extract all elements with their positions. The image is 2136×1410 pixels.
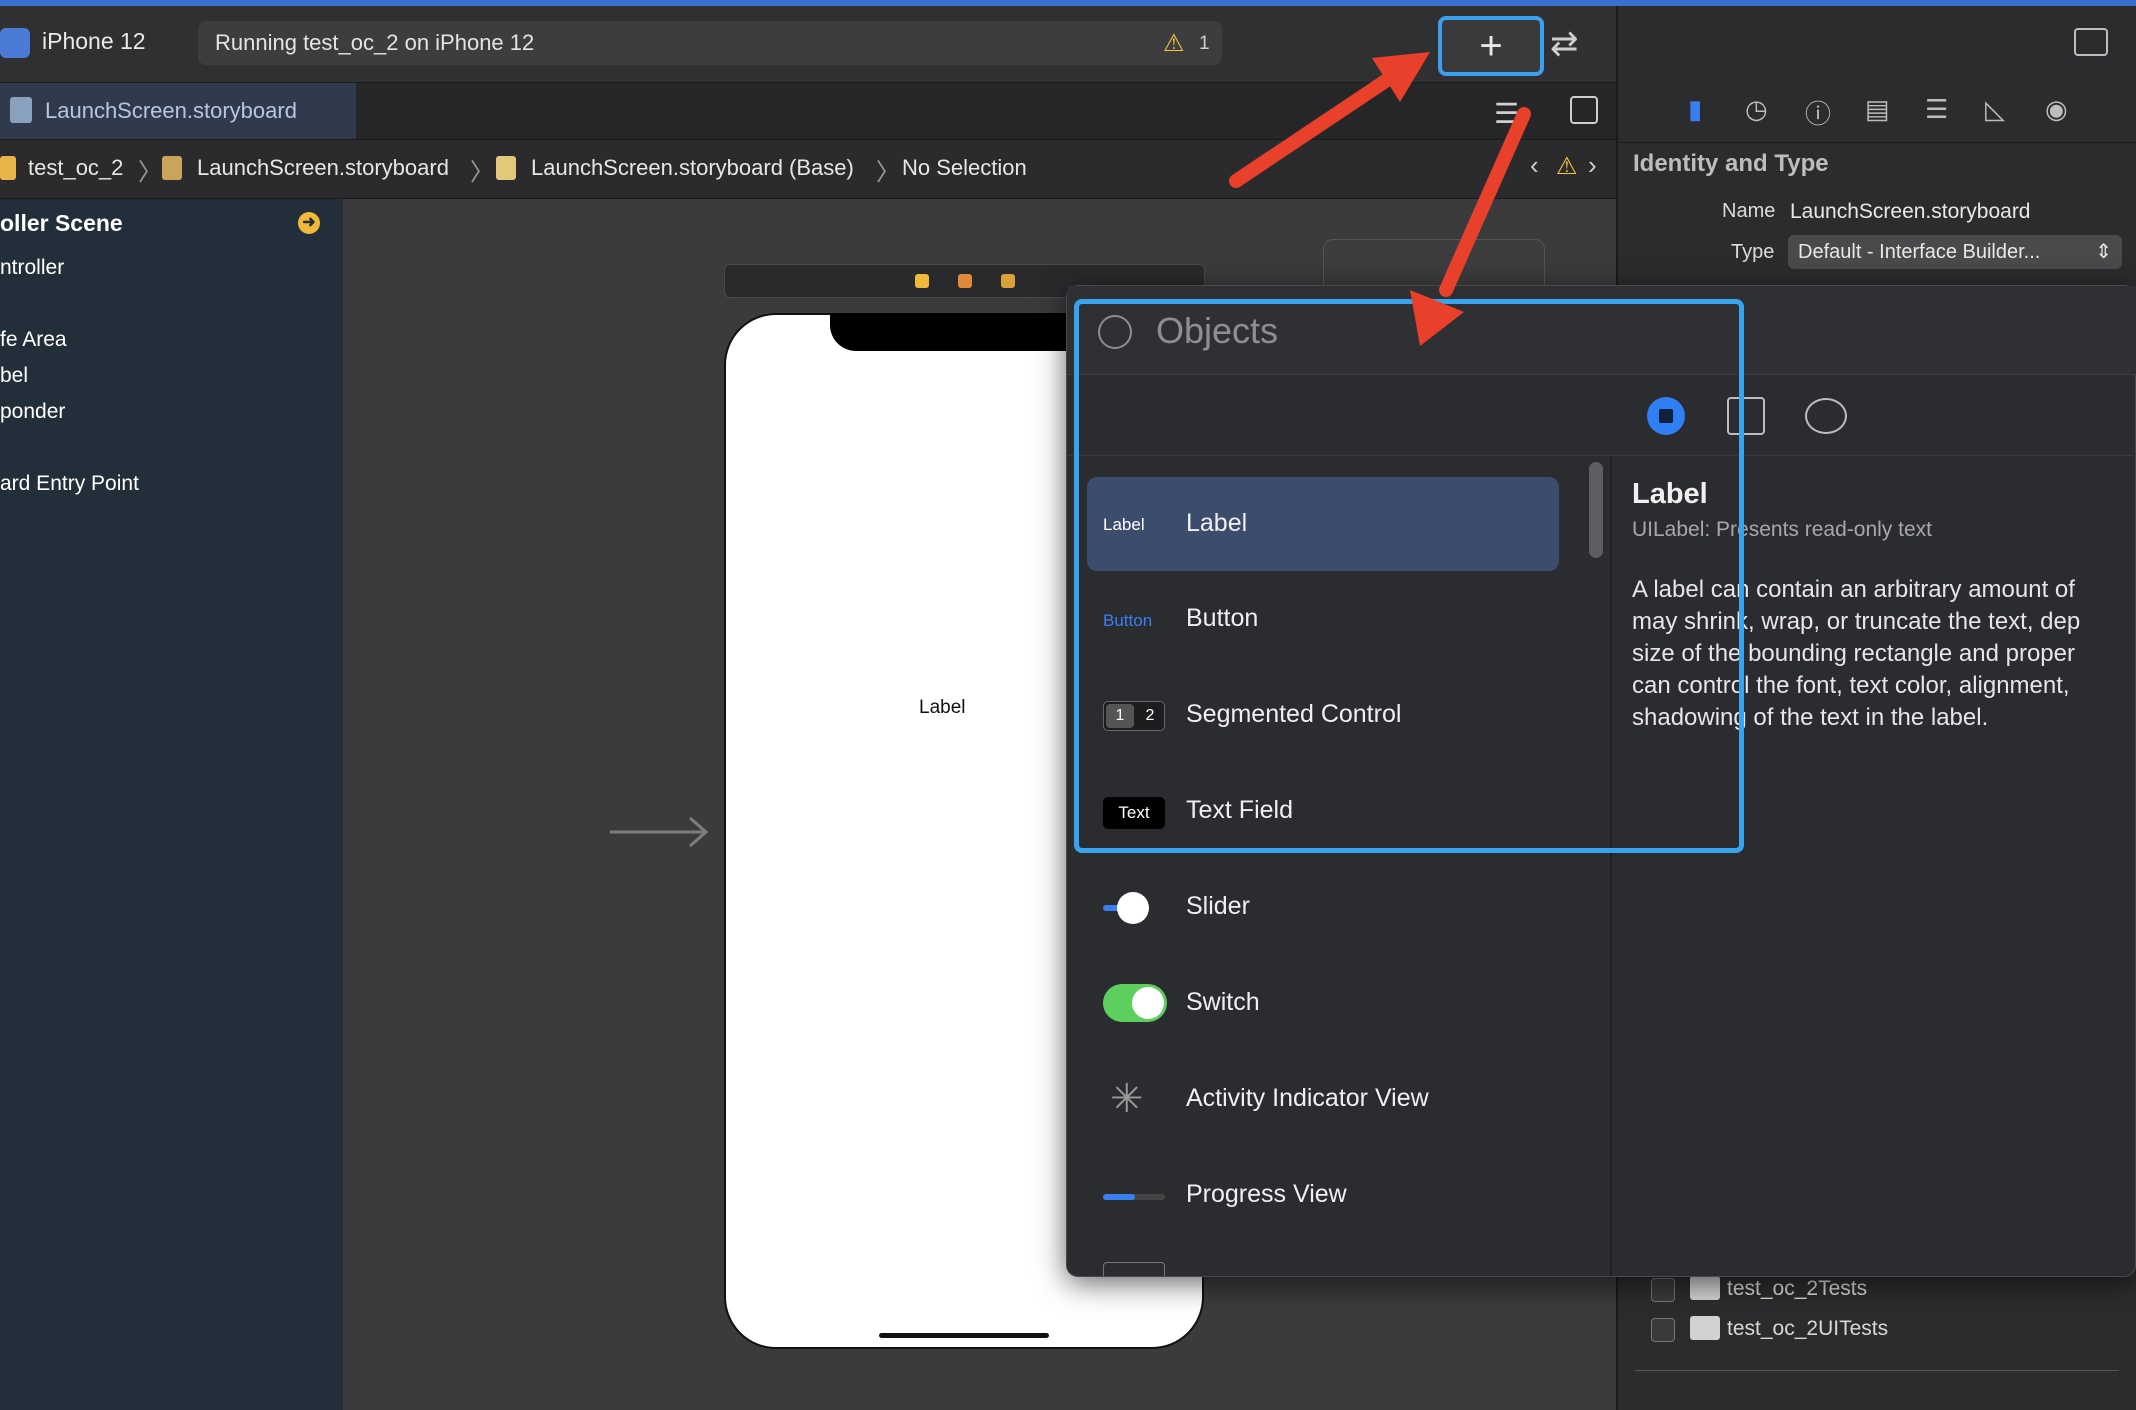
progress-track-icon [1103, 1194, 1165, 1200]
canvas-label[interactable]: Label [919, 697, 966, 719]
outline-scene-title[interactable]: oller Scene [0, 210, 123, 237]
identity-and-type-heading: Identity and Type [1633, 150, 1829, 177]
outline-item[interactable]: fe Area [0, 328, 67, 352]
list-item-label: Switch [1186, 988, 1260, 1016]
list-item[interactable] [1087, 860, 1559, 954]
chevron-right-icon: 〉 [470, 159, 494, 186]
folder-icon [0, 156, 16, 180]
switch-knob-icon [1132, 987, 1164, 1019]
chevron-left-icon[interactable]: ‹ [1530, 150, 1539, 181]
inspector-divider [1635, 1370, 2119, 1371]
breadcrumb-item[interactable]: LaunchScreen.storyboard [197, 155, 449, 181]
inspector-toggle-icon[interactable] [2074, 28, 2108, 56]
type-label: Type [1731, 241, 1775, 263]
storyboard-base-icon [496, 156, 516, 180]
tab-label[interactable]: LaunchScreen.storyboard [45, 98, 297, 124]
chevron-right-icon[interactable]: › [1588, 150, 1597, 181]
history-inspector-icon[interactable]: ◷ [1745, 94, 1768, 125]
target-checkbox[interactable] [1651, 1318, 1675, 1342]
xcode-app-icon[interactable] [0, 28, 30, 58]
first-responder-icon[interactable] [958, 274, 972, 288]
activity-status-text: Running test_oc_2 on iPhone 12 [215, 30, 535, 55]
target-membership-item: test_oc_2UITests [1727, 1317, 1889, 1340]
target-folder-icon [1690, 1316, 1720, 1340]
file-inspector-icon[interactable]: ▮ [1688, 94, 1702, 125]
code-review-icon[interactable]: ⇄ [1550, 24, 1579, 64]
size-inspector-icon[interactable]: ◺ [1985, 94, 2005, 125]
list-item-label: Slider [1186, 892, 1250, 920]
scene-arrow-icon[interactable]: ➜ [298, 212, 320, 234]
editor-options-icon[interactable]: ☰ [1494, 97, 1519, 130]
identity-inspector-icon[interactable]: ▤ [1865, 94, 1890, 125]
view-controller-icon[interactable] [915, 274, 929, 288]
target-folder-icon [1690, 1276, 1720, 1300]
outline-item[interactable]: ponder [0, 400, 65, 424]
entry-point-arrow-icon [610, 816, 709, 848]
next-item-thumbnail [1103, 1262, 1165, 1276]
chevron-right-icon: 〉 [876, 159, 900, 186]
activity-indicator-icon: ✳ [1110, 1077, 1144, 1121]
list-item-label: Activity Indicator View [1186, 1084, 1429, 1112]
type-select-value: Default - Interface Builder... [1798, 241, 2041, 263]
progress-fill [1103, 1194, 1135, 1200]
slider-thumb-icon [1117, 892, 1149, 924]
scheme-destination[interactable]: iPhone 12 [42, 28, 146, 55]
storyboard-file-icon [10, 97, 32, 123]
warning-icon[interactable]: ⚠ [1556, 152, 1578, 181]
target-checkbox[interactable] [1651, 1278, 1675, 1302]
name-label: Name [1722, 200, 1776, 222]
breadcrumb-item[interactable]: test_oc_2 [28, 155, 123, 181]
name-value[interactable]: LaunchScreen.storyboard [1790, 200, 2031, 224]
chevron-right-icon: 〉 [138, 159, 162, 186]
help-inspector-icon[interactable]: ⓘ [1805, 94, 1831, 131]
storyboard-file-icon [162, 156, 182, 180]
target-membership-item: test_oc_2Tests [1727, 1277, 1868, 1300]
warning-icon[interactable]: ⚠ [1163, 29, 1185, 58]
add-editor-icon[interactable] [1570, 96, 1598, 124]
exit-icon[interactable] [1001, 274, 1015, 288]
breadcrumb-item[interactable]: No Selection [902, 155, 1027, 181]
outline-item[interactable]: ntroller [0, 256, 64, 280]
warning-count[interactable]: 1 [1199, 33, 1210, 55]
type-select[interactable]: Default - Interface Builder... ⇕ [1788, 235, 2122, 269]
inspector-divider [1618, 142, 2136, 143]
colors-tab-icon[interactable] [1805, 398, 1847, 434]
library-plus-button[interactable]: + [1438, 16, 1544, 76]
list-item-label: Progress View [1186, 1180, 1347, 1208]
outline-item[interactable]: ard Entry Point [0, 472, 139, 496]
switch-thumbnail [1103, 984, 1167, 1022]
outline-item[interactable]: bel [0, 364, 28, 388]
attributes-inspector-icon[interactable]: ☰ [1925, 94, 1948, 125]
document-outline [0, 199, 342, 1410]
breadcrumb-item[interactable]: LaunchScreen.storyboard (Base) [531, 155, 854, 181]
connections-inspector-icon[interactable]: ◉ [2045, 94, 2068, 125]
home-indicator [879, 1333, 1049, 1338]
select-arrows-icon: ⇕ [2095, 241, 2112, 263]
highlight-box [1074, 299, 1744, 853]
